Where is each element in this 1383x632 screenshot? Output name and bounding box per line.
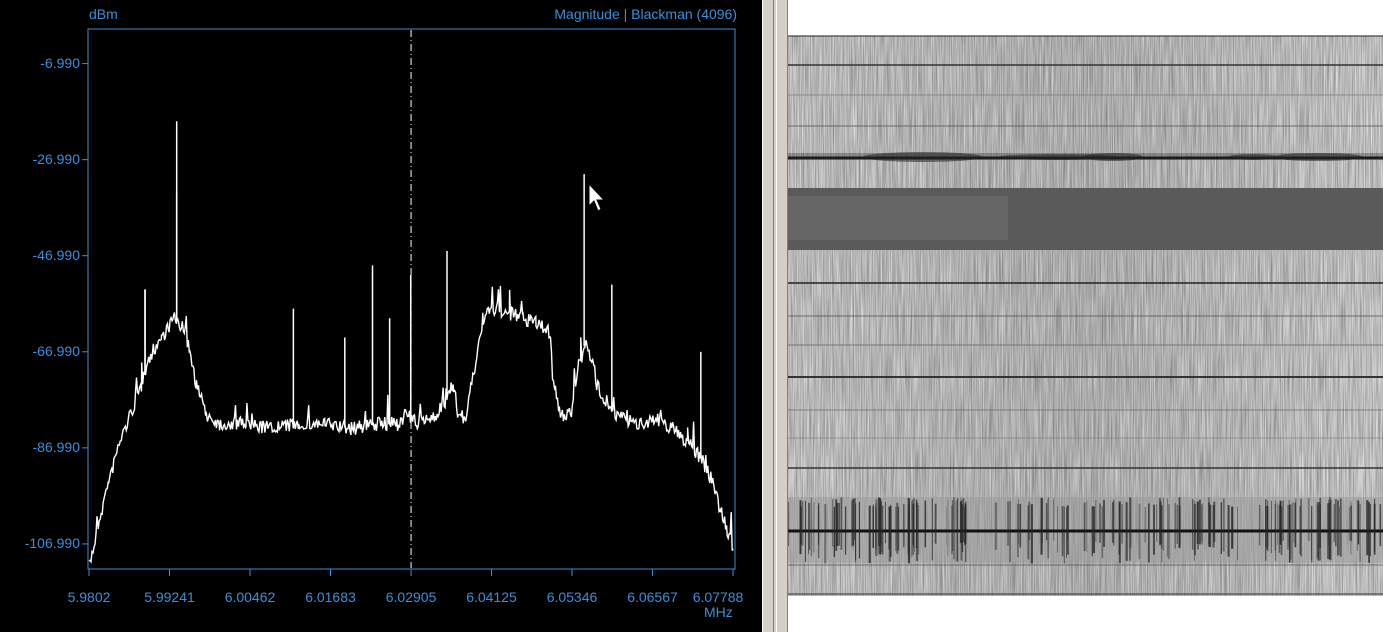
x-axis-unit: MHz <box>704 604 733 620</box>
y-tick-label: -6.990 <box>40 54 80 71</box>
x-tick-label: 6.01683 <box>305 589 356 605</box>
waterfall-top-strip <box>788 0 1383 36</box>
spectrum-panel[interactable]: dBm Magnitude | Blackman (4096) MHz -6.9… <box>0 0 762 632</box>
x-tick-label: 5.9802 <box>67 589 111 605</box>
waterfall-blotch <box>1273 153 1363 161</box>
spectrum-plot[interactable] <box>0 0 762 632</box>
waterfall-panel[interactable] <box>788 0 1383 632</box>
y-tick-label: -86.990 <box>32 438 80 455</box>
panel-splitter[interactable] <box>762 0 788 632</box>
window-mode-label: Magnitude | Blackman (4096) <box>554 6 737 22</box>
waterfall-blotch <box>1083 153 1143 161</box>
x-tick-label: 5.99241 <box>144 589 195 605</box>
splitter-grip[interactable] <box>773 0 777 632</box>
x-tick-label: 6.05346 <box>546 589 598 605</box>
waterfall-display <box>788 0 1383 632</box>
waterfall-dark-band-lighter <box>788 196 1008 240</box>
x-tick-label: 6.04125 <box>466 589 517 605</box>
y-axis-unit: dBm <box>89 6 118 22</box>
y-tick-label: -66.990 <box>32 342 80 359</box>
waterfall-blotch <box>1228 154 1278 160</box>
x-tick-label: 6.00462 <box>224 589 276 605</box>
y-tick-label: -26.990 <box>32 150 80 167</box>
waterfall-blotch <box>863 152 983 162</box>
mouse-pointer-icon <box>588 182 606 212</box>
waterfall-bottom-strip <box>788 596 1383 632</box>
y-tick-label: -46.990 <box>32 246 80 263</box>
x-tick-label: 6.02905 <box>385 589 437 605</box>
y-tick-label: -106.990 <box>24 534 80 551</box>
x-tick-label: 6.07788 <box>692 589 744 605</box>
